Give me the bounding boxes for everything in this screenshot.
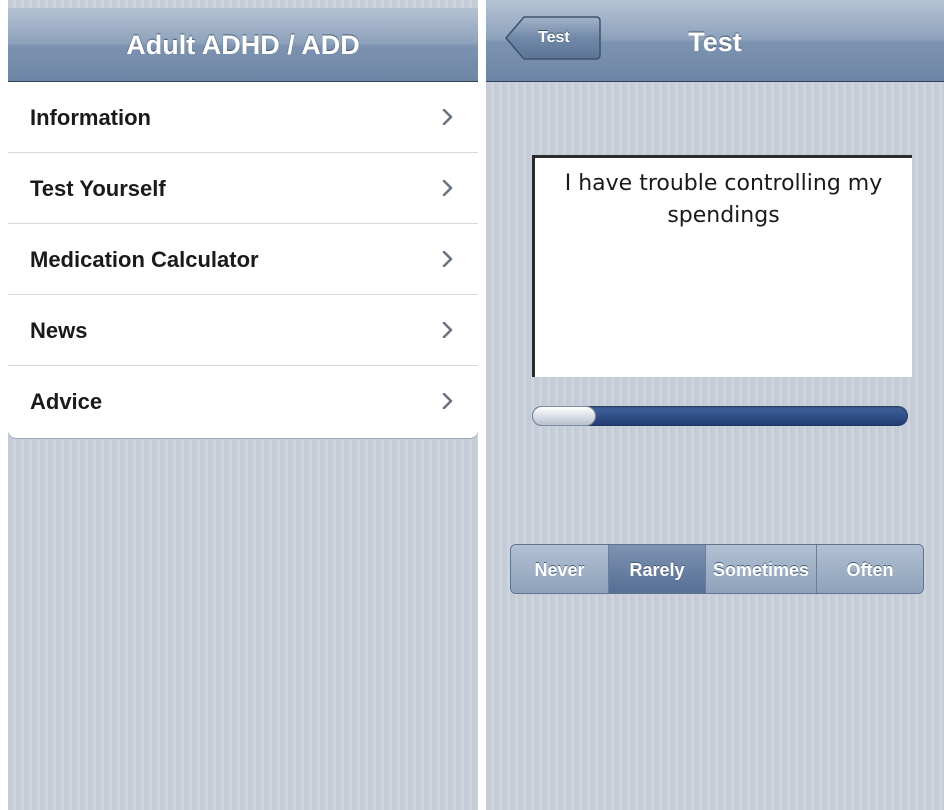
question-box: I have trouble controlling my spendings: [532, 155, 912, 377]
chevron-right-icon: [442, 322, 453, 338]
answer-segmented-control: Never Rarely Sometimes Often: [510, 544, 924, 594]
answer-label: Often: [846, 560, 894, 580]
menu-item-news[interactable]: News: [8, 295, 478, 366]
app-title: Adult ADHD / ADD: [126, 30, 360, 60]
menu-item-medication-calculator[interactable]: Medication Calculator: [8, 224, 478, 295]
menu-item-label: News: [30, 318, 88, 343]
main-menu-list: Information Test Yourself Medication Cal…: [8, 82, 478, 438]
menu-item-advice[interactable]: Advice: [8, 366, 478, 438]
question-text: I have trouble controlling my spendings: [564, 171, 883, 228]
answer-sometimes-button[interactable]: Sometimes: [706, 545, 817, 593]
menu-item-information[interactable]: Information: [8, 82, 478, 153]
menu-item-test-yourself[interactable]: Test Yourself: [8, 153, 478, 224]
test-screen: Test Test I have trouble controlling my …: [486, 0, 944, 810]
chevron-right-icon: [442, 180, 453, 196]
answer-label: Sometimes: [712, 560, 810, 580]
test-navbar: Test Test: [486, 0, 944, 82]
answer-rarely-button[interactable]: Rarely: [609, 545, 706, 593]
main-menu-navbar: Adult ADHD / ADD: [8, 8, 478, 82]
chevron-right-icon: [442, 251, 453, 267]
progress-fill: [532, 406, 596, 426]
answer-label: Rarely: [629, 560, 685, 580]
chevron-right-icon: [442, 393, 453, 409]
test-title: Test: [688, 27, 742, 57]
chevron-right-icon: [442, 109, 453, 125]
answer-often-button[interactable]: Often: [817, 545, 923, 593]
progress-bar: [532, 406, 908, 426]
menu-item-label: Advice: [30, 389, 103, 414]
main-menu-screen: Adult ADHD / ADD Information Test Yourse…: [8, 0, 478, 810]
menu-item-label: Test Yourself: [30, 176, 166, 201]
menu-item-label: Information: [30, 105, 151, 130]
answer-never-button[interactable]: Never: [511, 545, 609, 593]
answer-label: Never: [534, 560, 585, 580]
menu-item-label: Medication Calculator: [30, 247, 259, 272]
